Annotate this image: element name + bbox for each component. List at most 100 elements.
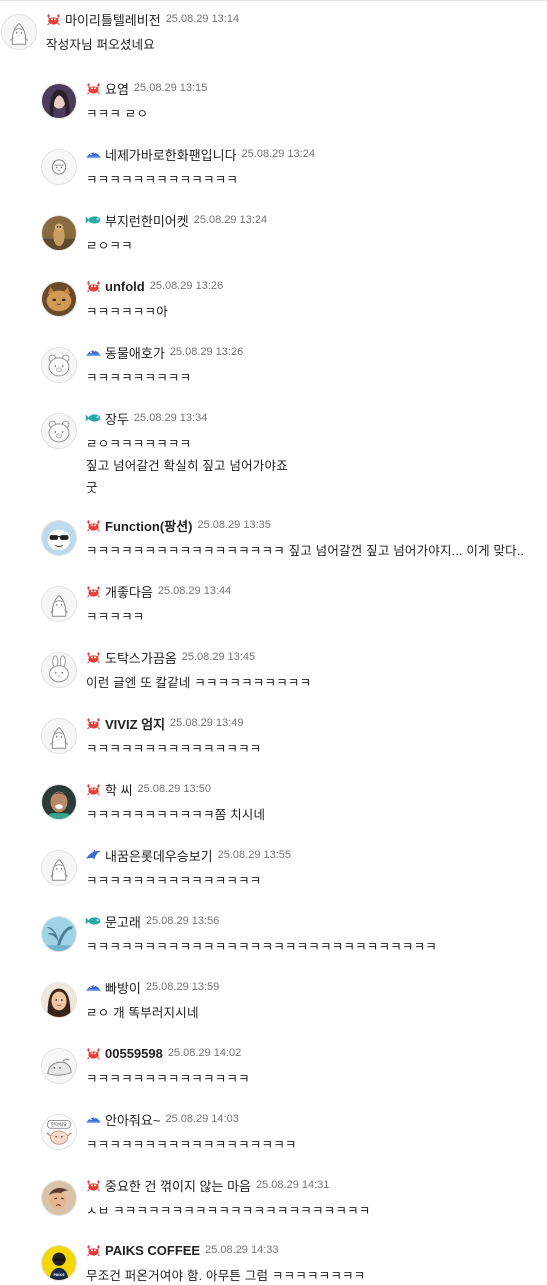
comment-text: ㅋㅋㅋㅋㅋㅋㅋㅋㅋㅋㅋㅋㅋㅋㅋㅋㅋㅋㅋㅋㅋㅋㅋㅋㅋㅋㅋㅋㅋㅋ	[86, 940, 438, 954]
user-avatar[interactable]	[41, 916, 77, 952]
blue-fish-icon	[85, 147, 102, 161]
nickname-link[interactable]: 학 씨	[105, 780, 133, 799]
red-crab-icon	[85, 1046, 102, 1060]
user-avatar[interactable]	[41, 149, 77, 185]
comment-header: 빠방이 25.08.29 13:59	[85, 978, 219, 996]
nickname-link[interactable]: 도탁스가끔옴	[105, 648, 177, 667]
user-avatar[interactable]	[41, 652, 77, 688]
user-avatar[interactable]	[41, 586, 77, 622]
comment-header: 00559598 25.08.29 14:02	[85, 1044, 241, 1062]
user-avatar[interactable]	[1, 14, 37, 50]
comment-item: 빠방이 25.08.29 13:59 ㄹㅇ 개 똑부러지시네	[0, 978, 547, 1038]
comment-timestamp: 25.08.29 13:14	[165, 13, 240, 25]
nickname-link[interactable]: Function(팡션)	[105, 516, 192, 535]
comment-text: ㅋㅋㅋㅋㅋㅋㅋㅋㅋㅋㅋ쫌 치시네	[86, 808, 266, 822]
red-crab-icon	[85, 1178, 102, 1192]
comment-timestamp: 25.08.29 13:34	[133, 412, 208, 424]
comment-text: ㅅㅂ ㅋㅋㅋㅋㅋㅋㅋㅋㅋㅋㅋㅋㅋㅋㅋㅋㅋㅋㅋㅋㅋㅋ	[86, 1204, 371, 1218]
user-avatar[interactable]	[41, 982, 77, 1018]
top-divider	[0, 0, 547, 1]
comment-item: unfold 25.08.29 13:26 ㅋㅋㅋㅋㅋㅋ아	[0, 277, 547, 337]
user-avatar[interactable]	[41, 215, 77, 251]
nickname-link[interactable]: unfold	[105, 279, 145, 294]
nickname-link[interactable]: 마이리틀텔레비전	[65, 10, 161, 29]
user-avatar[interactable]	[41, 1180, 77, 1216]
comment-item: 학 씨 25.08.29 13:50 ㅋㅋㅋㅋㅋㅋㅋㅋㅋㅋㅋ쫌 치시네	[0, 780, 547, 840]
nickname-link[interactable]: 요염	[105, 79, 129, 98]
nickname-link[interactable]: 장두	[105, 409, 129, 428]
comment-text: ㅋㅋㅋㅋㅋㅋㅋㅋㅋㅋㅋㅋㅋㅋㅋㅋㅋ 짚고 넘어갈껀 짚고 넘어가야지... 이게…	[86, 544, 525, 558]
user-avatar[interactable]	[41, 83, 77, 119]
comment-text: 작성자님 퍼오셨네요	[46, 38, 155, 52]
red-crab-icon	[45, 12, 62, 26]
comment-text: 짚고 넘어갈건 확실히 짚고 넘어가야죠	[86, 459, 288, 473]
comment-header: 동물애호가 25.08.29 13:26	[85, 343, 243, 361]
user-avatar[interactable]: 안아줘요	[41, 1114, 77, 1150]
nickname-link[interactable]: PAIKS COFFEE	[105, 1243, 200, 1258]
user-avatar[interactable]	[41, 413, 77, 449]
comment-text: 무조건 퍼온거여야 함. 아무튼 그럼 ㅋㅋㅋㅋㅋㅋㅋㅋ	[86, 1269, 366, 1283]
comment-item: 동물애호가 25.08.29 13:26 ㅋㅋㅋㅋㅋㅋㅋㅋㅋ	[0, 343, 547, 403]
red-crab-icon	[85, 782, 102, 796]
comment-header: 네제가바로한화팬입니다 25.08.29 13:24	[85, 145, 315, 163]
comment-timestamp: 25.08.29 13:24	[241, 148, 315, 160]
nickname-link[interactable]: VIVIZ 엄지	[105, 714, 165, 733]
comment-text: ㅋㅋㅋㅋㅋㅋㅋㅋㅋㅋㅋㅋㅋㅋㅋㅋㅋㅋ	[86, 1138, 297, 1152]
comment-item: 부지런한미어켓 25.08.29 13:24 ㄹㅇㅋㅋ	[0, 211, 547, 271]
comment-item: PAIKS PAIKS COFFEE 25.08.29 14:33 무조건 퍼온거여야…	[0, 1241, 547, 1285]
blue-dolphin-icon	[85, 848, 102, 862]
nickname-link[interactable]: 동물애호가	[105, 343, 165, 362]
comment-header: 문고래 25.08.29 13:56	[85, 912, 219, 930]
comment-timestamp: 25.08.29 13:49	[170, 717, 244, 729]
comment-header: Function(팡션) 25.08.29 13:35	[85, 516, 271, 534]
user-avatar[interactable]	[41, 850, 77, 886]
teal-fish-icon	[85, 914, 102, 928]
nickname-link[interactable]: 내꿈은롯데우승보기	[105, 846, 213, 865]
user-avatar[interactable]: PAIKS	[41, 1245, 77, 1281]
comment-header: 학 씨 25.08.29 13:50	[85, 780, 211, 798]
comment-item: Function(팡션) 25.08.29 13:35 ㅋㅋㅋㅋㅋㅋㅋㅋㅋㅋㅋㅋㅋㅋ…	[0, 516, 547, 576]
user-avatar[interactable]	[41, 784, 77, 820]
comment-item: 중요한 건 꺾이지 않는 마음 25.08.29 14:31 ㅅㅂ ㅋㅋㅋㅋㅋㅋㅋㅋ…	[0, 1176, 547, 1236]
user-avatar[interactable]	[41, 520, 77, 556]
user-avatar[interactable]	[41, 281, 77, 317]
nickname-link[interactable]: 부지런한미어켓	[105, 211, 189, 230]
comment-header: 내꿈은롯데우승보기 25.08.29 13:55	[85, 846, 291, 864]
nickname-link[interactable]: 안아줘요~	[105, 1110, 160, 1129]
comment-text: ㅋㅋㅋㅋㅋㅋㅋㅋㅋㅋㅋㅋㅋㅋ	[86, 1072, 250, 1086]
comment-header: unfold 25.08.29 13:26	[85, 277, 223, 295]
comment-header: VIVIZ 엄지 25.08.29 13:49	[85, 714, 243, 732]
comment-timestamp: 25.08.29 13:56	[145, 915, 220, 927]
comment-item: 문고래 25.08.29 13:56 ㅋㅋㅋㅋㅋㅋㅋㅋㅋㅋㅋㅋㅋㅋㅋㅋㅋㅋㅋㅋㅋㅋㅋ…	[0, 912, 547, 972]
comment-timestamp: 25.08.29 14:03	[165, 1113, 239, 1125]
comment-item: 개좋다음 25.08.29 13:44 ㅋㅋㅋㅋㅋ	[0, 582, 547, 642]
comment-header: 요염 25.08.29 13:15	[85, 79, 207, 97]
comment-item: 장두 25.08.29 13:34 ㄹㅇㅋㅋㅋㅋㅋㅋㅋ 짚고 넘어갈건 확실히 짚고 …	[0, 409, 547, 495]
user-avatar[interactable]	[41, 718, 77, 754]
nickname-link[interactable]: 네제가바로한화팬입니다	[105, 145, 237, 164]
nickname-link[interactable]: 빠방이	[105, 978, 141, 997]
comment-text: ㅋㅋㅋㅋㅋㅋ아	[86, 305, 168, 319]
user-avatar[interactable]	[41, 1048, 77, 1084]
comment-header: 안아줘요~ 25.08.29 14:03	[85, 1110, 239, 1128]
comment-header: 개좋다음 25.08.29 13:44	[85, 582, 231, 600]
nickname-link[interactable]: 개좋다음	[105, 582, 153, 601]
red-crab-icon	[85, 1243, 102, 1257]
comment-item: 네제가바로한화팬입니다 25.08.29 13:24 ㅋㅋㅋㅋㅋㅋㅋㅋㅋㅋㅋㅋㅋ	[0, 145, 547, 205]
comment-text: ㅋㅋㅋ ㄹㅇ	[86, 107, 149, 121]
comment-header: 중요한 건 꺾이지 않는 마음 25.08.29 14:31	[85, 1176, 329, 1194]
nickname-link[interactable]: 중요한 건 꺾이지 않는 마음	[105, 1176, 251, 1195]
comment-timestamp: 25.08.29 13:26	[149, 280, 224, 292]
comment-text: ㅋㅋㅋㅋㅋㅋㅋㅋㅋ	[86, 371, 192, 385]
comment-item: 마이리틀텔레비전 25.08.29 13:14 작성자님 퍼오셨네요	[0, 10, 547, 70]
comment-header: 부지런한미어켓 25.08.29 13:24	[85, 211, 267, 229]
nickname-link[interactable]: 문고래	[105, 912, 141, 931]
comment-text: ㅋㅋㅋㅋㅋㅋㅋㅋㅋㅋㅋㅋㅋ	[86, 173, 239, 187]
blue-fish-icon	[85, 1112, 102, 1126]
comment-text: ㅋㅋㅋㅋㅋ	[86, 610, 145, 624]
nickname-link[interactable]: 00559598	[105, 1046, 163, 1061]
user-avatar[interactable]	[41, 347, 77, 383]
comment-text: ㄹㅇㅋㅋㅋㅋㅋㅋㅋ	[86, 437, 192, 451]
comment-text: ㅋㅋㅋㅋㅋㅋㅋㅋㅋㅋㅋㅋㅋㅋㅋ	[86, 874, 262, 888]
comment-timestamp: 25.08.29 13:26	[169, 346, 244, 358]
